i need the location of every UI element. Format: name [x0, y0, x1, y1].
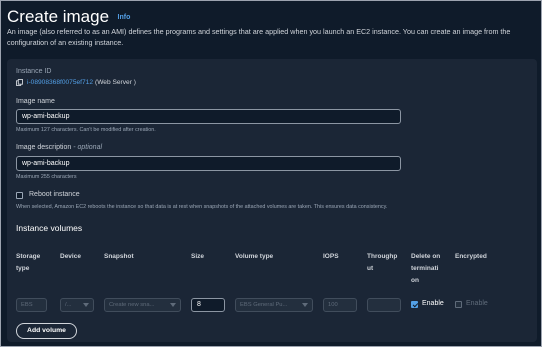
image-description-label-text: Image description [16, 144, 72, 151]
col-size-line: Size [191, 253, 205, 260]
storage-type-select: EBS [16, 298, 47, 312]
col-snapshot: Snapshot [104, 251, 134, 263]
add-volume-button[interactable]: Add volume [16, 323, 77, 339]
size-input[interactable]: 8 [191, 298, 225, 312]
instance-name: (Web Server ) [95, 79, 136, 86]
col-encrypted: Encrypted [455, 251, 487, 263]
chevron-down-icon [170, 303, 176, 307]
col-snapshot-line: Snapshot [104, 253, 134, 260]
volume-type-select: EBS General Pu... [235, 298, 313, 312]
instance-id-link[interactable]: i-08908368f0075ef712 (Web Server ) [16, 79, 136, 86]
col-device: Device [60, 251, 81, 263]
instance-id-label: Instance ID [16, 68, 52, 75]
device-value: /... [65, 302, 72, 308]
col-volume-type-line: Volume type [235, 253, 274, 260]
encrypted-checkbox [455, 301, 462, 308]
col-volume-type: Volume type [235, 251, 273, 263]
iops-input: 100 [323, 298, 357, 312]
col-throughput: Throughp ut [367, 251, 397, 275]
page-title: Create image [7, 7, 110, 26]
device-select: /... [60, 298, 94, 312]
image-description-label: Image description - optional [16, 144, 102, 151]
copy-icon[interactable] [16, 79, 23, 86]
window-frame: Create image Info An image (also referre… [0, 0, 542, 347]
reboot-label[interactable]: Reboot instance [29, 191, 80, 198]
col-delete-line: terminati [411, 265, 439, 272]
col-storage-type-line: type [16, 265, 30, 272]
encrypted-label: Enable [466, 300, 488, 307]
col-encrypted-line: Encrypted [455, 253, 487, 260]
col-storage-type: Storage type [16, 251, 40, 275]
col-size: Size [191, 251, 204, 263]
image-description-hint: Maximum 255 characters [16, 174, 77, 180]
image-name-hint: Maximum 127 characters. Can't be modifie… [16, 127, 156, 133]
image-name-input[interactable]: wp-ami-backup [16, 109, 401, 124]
chevron-down-icon [83, 303, 89, 307]
col-throughput-line: ut [367, 265, 374, 272]
delete-on-termination-checkbox[interactable] [411, 301, 418, 308]
throughput-input [367, 298, 401, 312]
col-storage-type-line: Storage [16, 253, 41, 260]
col-delete-on-termination: Delete on terminati on [411, 251, 440, 287]
reboot-checkbox[interactable] [16, 192, 23, 199]
instance-volumes-title: Instance volumes [16, 223, 83, 233]
page-header: Create image Info [7, 7, 130, 27]
col-iops: IOPS [323, 251, 339, 263]
optional-label: - optional [73, 144, 103, 151]
volume-type-value: EBS General Pu... [240, 302, 288, 308]
snapshot-select: Create new sna... [104, 298, 181, 312]
col-device-line: Device [60, 253, 81, 260]
chevron-down-icon [302, 303, 308, 307]
col-delete-line: on [411, 277, 419, 284]
create-image-form: Instance ID i-08908368f0075ef712 (Web Se… [7, 59, 537, 342]
col-throughput-line: Throughp [367, 253, 398, 260]
col-delete-line: Delete on [411, 253, 441, 260]
col-iops-line: IOPS [323, 253, 339, 260]
image-description-input[interactable]: wp-ami-backup [16, 156, 401, 171]
instance-id-value[interactable]: i-08908368f0075ef712 [27, 79, 93, 86]
storage-type-value: EBS [21, 302, 33, 308]
info-link[interactable]: Info [118, 14, 131, 21]
page-description: An image (also referred to as an AMI) de… [7, 27, 511, 47]
reboot-hint: When selected, Amazon EC2 reboots the in… [16, 204, 388, 210]
delete-on-termination-label[interactable]: Enable [422, 300, 444, 307]
image-name-label: Image name [16, 98, 55, 105]
snapshot-value: Create new sna... [109, 302, 155, 308]
